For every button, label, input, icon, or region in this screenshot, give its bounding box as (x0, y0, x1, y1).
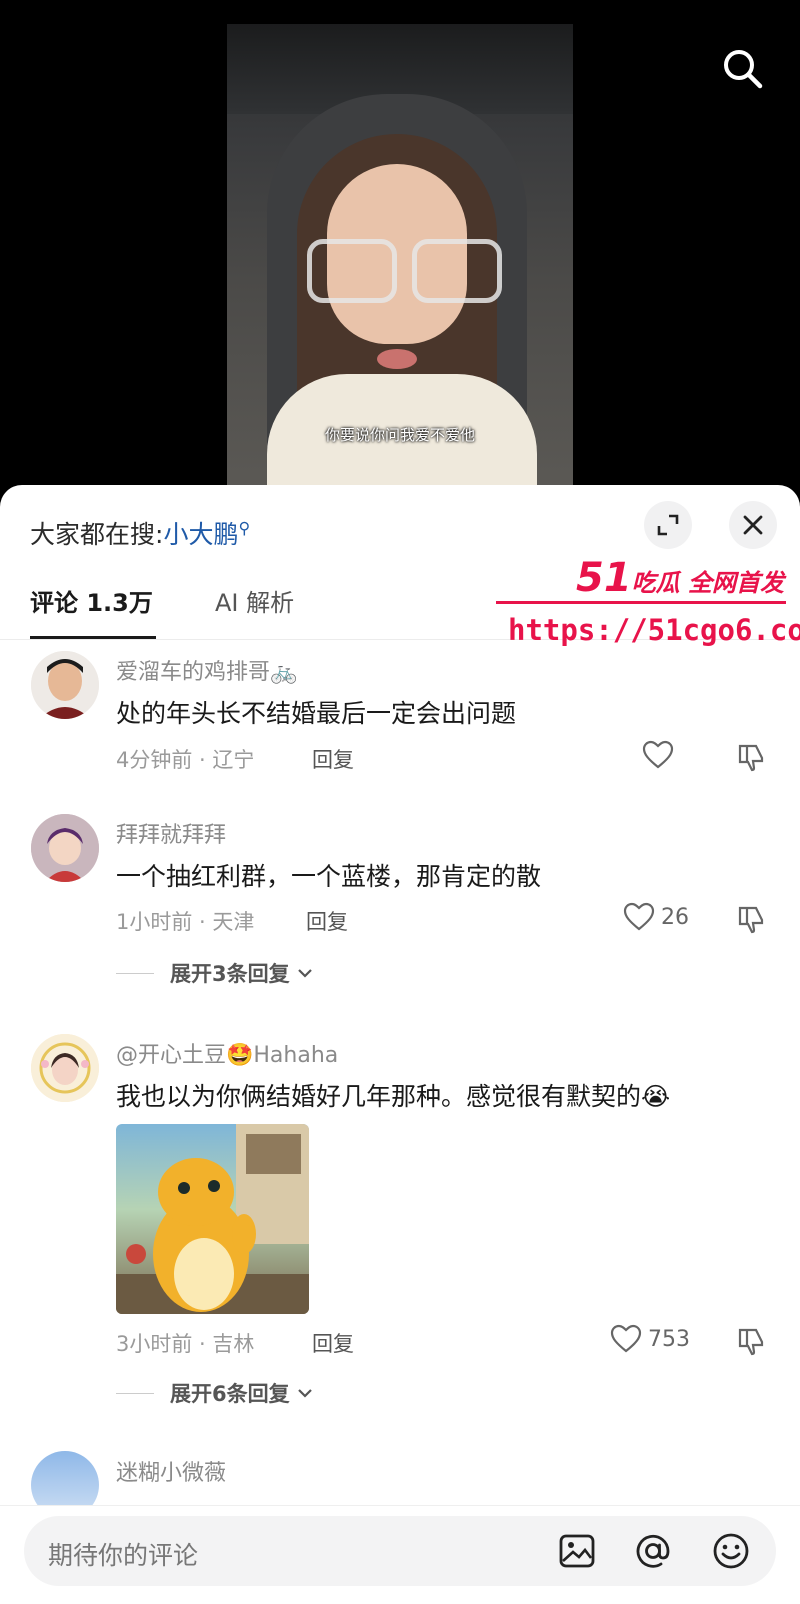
comment-item: @开心土豆🤩Hahaha 我也以为你俩结婚好几年那种。感觉很有默契的😭 3小时前… (0, 1033, 800, 1413)
emoji-button[interactable] (710, 1530, 752, 1572)
watermark: 51吃瓜 全网首发 https://51cgo6.com (496, 555, 800, 665)
comment-time-location: 3小时前 · 吉林 (116, 1332, 255, 1356)
search-icon (724, 50, 763, 89)
comment-input-bar: 期待你的评论 (0, 1505, 800, 1604)
expand-replies-button[interactable]: 展开6条回复 (116, 1378, 314, 1408)
emoji-icon (713, 1533, 749, 1569)
close-panel-button[interactable] (729, 501, 777, 549)
search-button[interactable] (718, 44, 766, 92)
at-sign-icon (636, 1534, 670, 1568)
dislike-button[interactable] (736, 904, 766, 938)
comment-text: 处的年头长不结婚最后一定会出问题 (116, 699, 517, 728)
hot-search-label: 大家都在搜: (30, 520, 164, 549)
image-icon (559, 1534, 595, 1568)
chevron-down-icon (297, 1389, 312, 1398)
comment-username[interactable]: 爱溜车的鸡排哥🚲 (116, 654, 297, 686)
comment-input[interactable]: 期待你的评论 (24, 1516, 776, 1586)
expand-replies-button[interactable]: 展开3条回复 (116, 958, 314, 988)
tab-ai-analysis[interactable]: AI 解析 (215, 585, 294, 640)
avatar[interactable] (31, 651, 99, 719)
comment-item: 迷糊小微薇 (0, 1451, 800, 1519)
comment-username[interactable]: 拜拜就拜拜 (116, 817, 226, 849)
like-button[interactable] (642, 740, 680, 770)
person-glasses (277, 239, 517, 309)
hot-search-keyword[interactable]: 小大鹏 (163, 520, 238, 549)
comment-image[interactable] (116, 1124, 309, 1314)
expand-replies-label: 展开6条回复 (170, 1382, 290, 1406)
watermark-number: 51 (576, 555, 632, 601)
like-button[interactable]: 753 (610, 1324, 690, 1354)
video-player[interactable]: 你要说你问我爱不爱他 (0, 0, 800, 490)
comment-item: 爱溜车的鸡排哥🚲 处的年头长不结婚最后一定会出问题 4分钟前 · 辽宁 回复 (0, 650, 800, 800)
comment-username[interactable]: 迷糊小微薇 (116, 1455, 226, 1487)
watermark-slogan: 51吃瓜 全网首发 (576, 555, 784, 601)
tab-comments[interactable]: 评论 1.3万 (30, 585, 156, 640)
image-picker-button[interactable] (556, 1530, 598, 1572)
comment-time-location: 1小时前 · 天津 (116, 910, 255, 934)
panel-header: 大家都在搜:小大鹏⚲ (0, 485, 800, 565)
watermark-line (496, 601, 786, 604)
like-count: 753 (648, 1326, 690, 1352)
avatar-doll-icon (31, 814, 99, 882)
video-subtitle: 你要说你问我爱不爱他 (324, 426, 475, 444)
heart-icon (623, 902, 655, 931)
close-icon (743, 515, 763, 535)
dislike-button[interactable] (736, 742, 766, 776)
comment-item: 拜拜就拜拜 一个抽红利群，一个蓝楼，那肯定的散 1小时前 · 天津 回复 26 … (0, 813, 800, 1003)
dislike-button[interactable] (736, 1326, 766, 1360)
avatar[interactable] (31, 814, 99, 882)
avatar[interactable] (31, 1034, 99, 1102)
person-mouth (377, 349, 417, 369)
mention-button[interactable] (632, 1530, 674, 1572)
watermark-text: 吃瓜 全网首发 (631, 569, 785, 597)
reply-button[interactable]: 回复 (312, 1328, 354, 1358)
avatar-man-icon (31, 651, 99, 719)
comment-text: 我也以为你俩结婚好几年那种。感觉很有默契的😭 (116, 1082, 671, 1111)
avatar-girl-icon (31, 1034, 99, 1102)
expand-panel-button[interactable] (644, 501, 692, 549)
hot-search[interactable]: 大家都在搜:小大鹏⚲ (30, 515, 250, 551)
video-frame[interactable]: 你要说你问我爱不爱他 (227, 24, 573, 490)
heart-icon (642, 740, 674, 769)
comment-text: 一个抽红利群，一个蓝楼，那肯定的散 (116, 862, 542, 891)
thumbs-down-icon (738, 1328, 764, 1356)
cartoon-dinosaur-image (116, 1124, 309, 1314)
divider (116, 972, 154, 974)
like-button[interactable]: 26 (623, 902, 689, 932)
watermark-url: https://51cgo6.com (508, 613, 800, 647)
reply-button[interactable]: 回复 (306, 906, 348, 936)
divider (116, 1392, 154, 1394)
comment-time-location: 4分钟前 · 辽宁 (116, 748, 255, 772)
like-count: 26 (661, 904, 689, 930)
expand-replies-label: 展开3条回复 (170, 962, 290, 986)
mini-search-icon: ⚲ (238, 518, 251, 538)
reply-button[interactable]: 回复 (312, 744, 354, 774)
heart-icon (610, 1324, 642, 1353)
comments-panel: 大家都在搜:小大鹏⚲ 评论 1.3万 AI 解析 51吃瓜 全网首发 https… (0, 485, 800, 1604)
expand-icon (657, 514, 679, 536)
comment-username[interactable]: @开心土豆🤩Hahaha (116, 1037, 338, 1069)
thumbs-down-icon (738, 744, 764, 772)
comment-input-placeholder: 期待你的评论 (48, 1541, 199, 1570)
chevron-down-icon (297, 969, 312, 978)
thumbs-down-icon (738, 906, 764, 934)
